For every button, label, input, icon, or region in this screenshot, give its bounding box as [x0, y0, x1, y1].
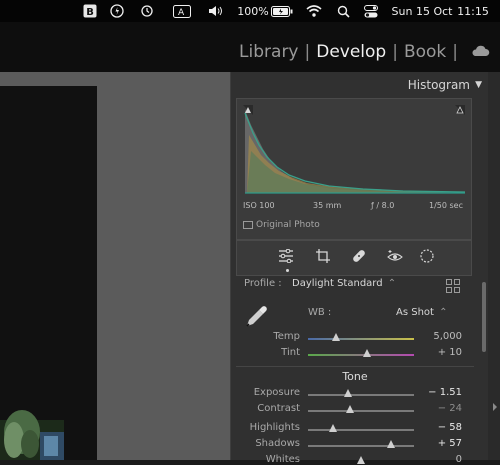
tool-strip: [236, 240, 472, 276]
profile-label: Profile :: [244, 278, 282, 289]
shadows-value[interactable]: + 57: [420, 438, 462, 449]
tone-header: Tone: [342, 370, 368, 383]
healing-bandage-icon[interactable]: [351, 248, 367, 264]
module-separator: |: [304, 42, 311, 62]
collapse-arrow-icon[interactable]: [490, 402, 500, 412]
highlights-label: Highlights: [249, 422, 300, 433]
original-photo-label: Original Photo: [256, 220, 320, 230]
crop-icon[interactable]: [315, 248, 331, 264]
wb-dropdown[interactable]: As Shot ⌃: [396, 307, 448, 318]
wb-value: As Shot: [396, 307, 434, 318]
contrast-label: Contrast: [257, 403, 300, 414]
profile-dropdown[interactable]: Daylight Standard ⌃: [292, 278, 396, 289]
cloud-icon[interactable]: [470, 42, 490, 62]
power-icon[interactable]: [108, 0, 126, 22]
histogram-box: ISO 100 35 mm ƒ / 8.0 1/50 sec Original …: [236, 98, 472, 240]
tree-foliage-image: [0, 410, 64, 460]
whites-slider-thumb[interactable]: [357, 456, 365, 464]
spotlight-search-icon[interactable]: [335, 0, 351, 22]
highlights-slider-thumb[interactable]: [329, 424, 338, 432]
module-book[interactable]: Book: [404, 42, 446, 62]
profile-browser-grid-icon[interactable]: [446, 278, 460, 297]
exposure-slider-track[interactable]: [308, 394, 414, 396]
dropdown-arrows-icon: ⌃: [387, 278, 397, 289]
photo-preview[interactable]: [0, 86, 97, 460]
highlights-slider-track[interactable]: [308, 429, 414, 431]
contrast-value[interactable]: − 24: [420, 403, 462, 414]
red-eye-icon[interactable]: [387, 248, 403, 264]
app-badge-icon[interactable]: B: [81, 0, 99, 22]
masking-circle-icon[interactable]: [419, 248, 435, 264]
battery-icon[interactable]: [270, 0, 294, 22]
tint-slider-track[interactable]: [308, 354, 414, 356]
panel-edge: [488, 72, 500, 460]
aperture-value: ƒ / 8.0: [371, 201, 395, 210]
dropdown-arrows-icon: ⌃: [439, 307, 448, 318]
temp-slider-thumb[interactable]: [331, 333, 340, 341]
menubar-date[interactable]: Sun 15 Oct: [391, 0, 453, 22]
section-divider: [236, 366, 474, 367]
shadows-label: Shadows: [255, 438, 300, 449]
temp-value[interactable]: 5,000: [420, 331, 462, 342]
contrast-slider-thumb[interactable]: [346, 405, 355, 413]
tint-slider-thumb[interactable]: [363, 349, 372, 357]
control-center-icon[interactable]: [362, 0, 380, 22]
exposure-value[interactable]: − 1.51: [420, 387, 462, 398]
shadows-slider-thumb[interactable]: [386, 440, 395, 448]
volume-icon[interactable]: [207, 0, 225, 22]
exposure-label: Exposure: [253, 387, 300, 398]
iso-value: ISO 100: [243, 201, 275, 210]
tint-value[interactable]: + 10: [420, 347, 462, 358]
wb-label: WB :: [308, 307, 332, 318]
module-picker: Library | Develop | Book |: [239, 42, 490, 62]
active-tool-indicator: [286, 269, 289, 272]
module-develop[interactable]: Develop: [316, 42, 386, 62]
highlights-value[interactable]: − 58: [420, 422, 462, 433]
panel-scrollbar[interactable]: [482, 282, 486, 352]
edit-sliders-icon[interactable]: [278, 248, 294, 264]
time-machine-icon[interactable]: [138, 0, 156, 22]
input-source-icon[interactable]: A: [172, 0, 192, 22]
contrast-slider-track[interactable]: [308, 410, 414, 412]
temp-label: Temp: [273, 331, 300, 342]
menu-bar: B A 100% Sun 15 Oct 11:15: [0, 0, 500, 22]
tint-label: Tint: [281, 347, 300, 358]
menubar-time[interactable]: 11:15: [455, 0, 491, 22]
histogram-graph: [243, 105, 465, 195]
original-photo-toggle[interactable]: Original Photo: [243, 220, 320, 230]
temp-slider-track[interactable]: [308, 338, 414, 340]
profile-value: Daylight Standard: [292, 278, 383, 289]
original-photo-checkbox[interactable]: [243, 221, 253, 229]
eyedropper-icon[interactable]: [244, 303, 270, 333]
shadows-slider-track[interactable]: [308, 445, 414, 447]
battery-percent: 100%: [237, 4, 269, 18]
wifi-icon[interactable]: [305, 0, 323, 22]
exposure-slider-thumb[interactable]: [344, 389, 353, 397]
svg-text:B: B: [86, 7, 94, 18]
module-library[interactable]: Library: [239, 42, 298, 62]
module-separator: |: [392, 42, 398, 62]
shutter-speed: 1/50 sec: [429, 201, 463, 210]
module-separator: |: [452, 42, 458, 62]
svg-text:A: A: [178, 8, 185, 18]
histogram-title[interactable]: Histogram: [408, 78, 470, 92]
collapse-triangle-icon[interactable]: ▼: [475, 80, 482, 90]
focal-length: 35 mm: [313, 201, 342, 210]
